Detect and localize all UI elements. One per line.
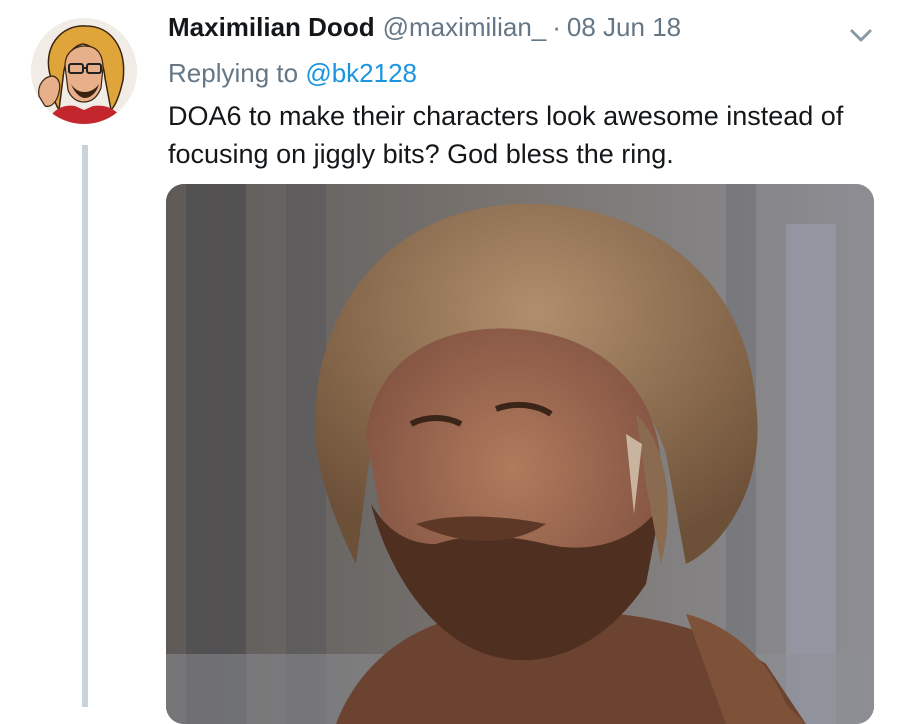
avatar-illustration (31, 18, 137, 124)
replying-to: Replying to @bk2128 (168, 58, 417, 89)
thread-line (82, 145, 88, 707)
author-handle[interactable]: @maximilian_ (383, 12, 547, 43)
separator-dot: · (552, 12, 561, 42)
media-photo (166, 184, 874, 724)
avatar[interactable] (31, 18, 137, 124)
tweet-media-image[interactable] (166, 184, 874, 724)
tweet[interactable]: Maximilian Dood @maximilian_ · 08 Jun 18… (0, 0, 900, 724)
author-name[interactable]: Maximilian Dood (168, 12, 375, 43)
replying-prefix: Replying to (168, 58, 299, 88)
chevron-down-icon[interactable] (846, 24, 876, 46)
tweet-text: DOA6 to make their characters look aweso… (168, 101, 844, 169)
tweet-date[interactable]: 08 Jun 18 (567, 12, 681, 43)
tweet-header: Maximilian Dood @maximilian_ · 08 Jun 18 (168, 12, 681, 52)
reply-mention-link[interactable]: @bk2128 (305, 58, 417, 88)
